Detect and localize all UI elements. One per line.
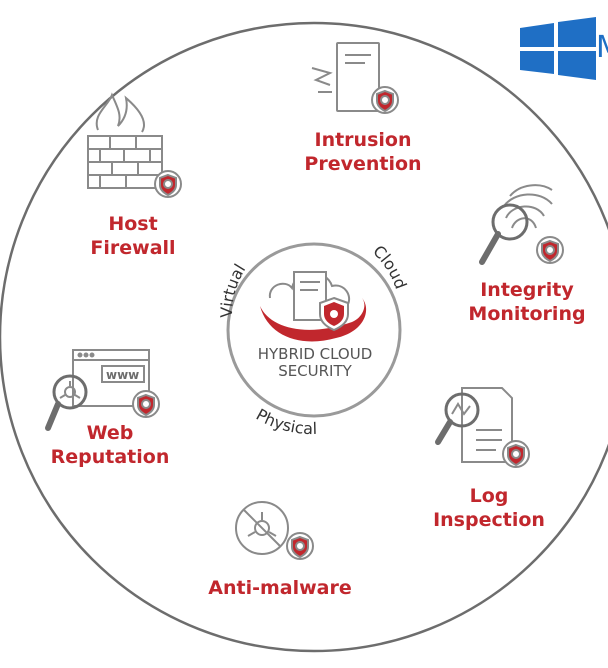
host-firewall-line1: Host bbox=[108, 213, 158, 235]
web-reputation-line2: Reputation bbox=[50, 446, 170, 468]
log-inspection-line2: Inspection bbox=[433, 509, 545, 531]
web-reputation-line1: Web bbox=[86, 422, 134, 444]
hub-label: HYBRID CLOUD SECURITY bbox=[240, 346, 390, 380]
integrity-monitoring-line2: Monitoring bbox=[468, 303, 586, 325]
intrusion-prevention-label: Intrusion Prevention bbox=[283, 128, 443, 176]
intrusion-prevention-line2: Prevention bbox=[304, 153, 422, 175]
host-firewall-label: Host Firewall bbox=[53, 212, 213, 260]
web-reputation-label: Web Reputation bbox=[30, 421, 190, 469]
brand-text: M bbox=[596, 30, 608, 65]
log-inspection-label: Log Inspection bbox=[409, 484, 569, 532]
host-firewall-line2: Firewall bbox=[90, 237, 176, 259]
anti-malware-label: Anti-malware bbox=[195, 576, 365, 600]
integrity-monitoring-line1: Integrity bbox=[480, 279, 574, 301]
anti-malware-line1: Anti-malware bbox=[208, 577, 352, 599]
windows-logo-icon bbox=[520, 17, 596, 80]
hub-label-line1: HYBRID CLOUD bbox=[257, 345, 373, 363]
web-browser-www-text: www bbox=[106, 368, 139, 382]
hybrid-cloud-security-diagram: www Virtual Cloud Physical bbox=[0, 17, 608, 653]
integrity-monitoring-label: Integrity Monitoring bbox=[452, 278, 602, 326]
intrusion-prevention-line1: Intrusion bbox=[314, 129, 412, 151]
hub-label-line2: SECURITY bbox=[278, 362, 352, 380]
log-inspection-line1: Log bbox=[469, 485, 509, 507]
